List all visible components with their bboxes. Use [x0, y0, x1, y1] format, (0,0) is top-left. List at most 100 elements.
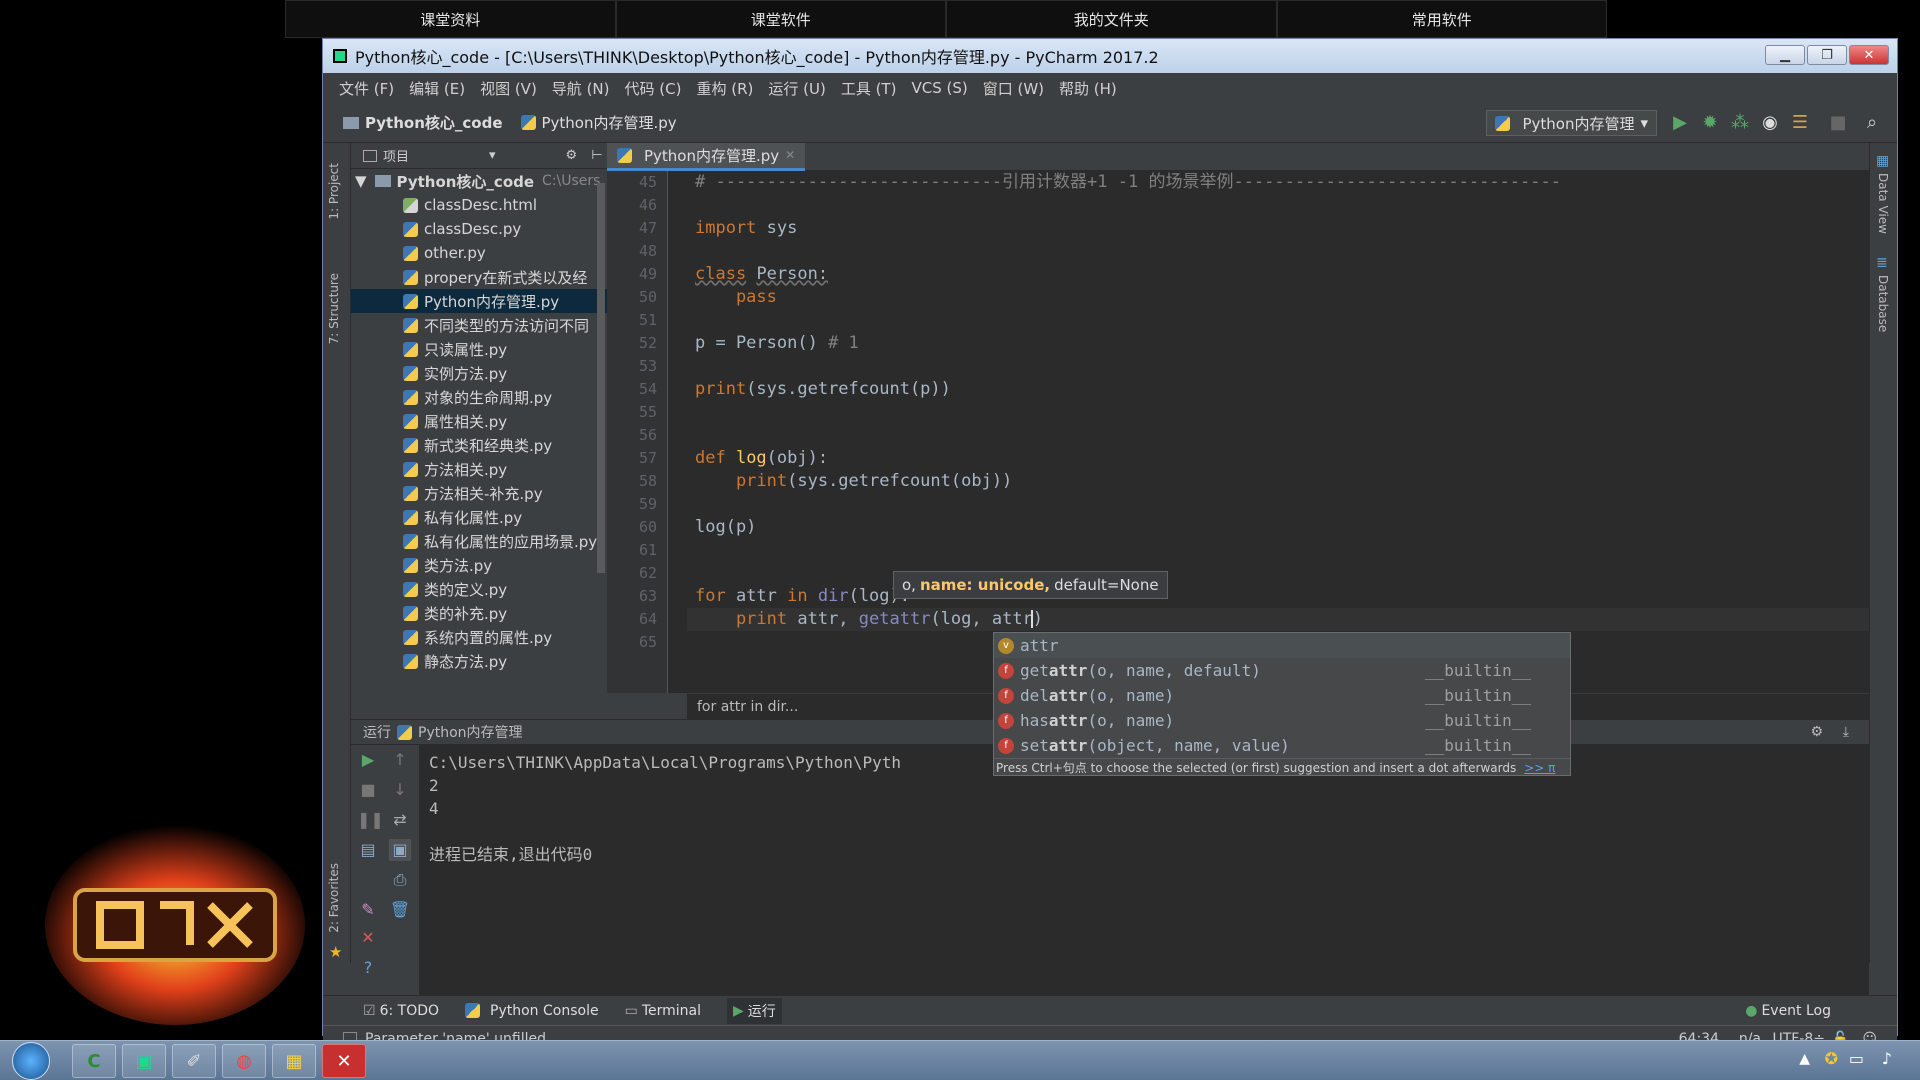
profile-icon[interactable]: ◉ [1759, 112, 1781, 134]
pin-icon[interactable]: ✎ [357, 899, 379, 921]
network-icon[interactable]: ▭ [1849, 1049, 1864, 1068]
event-log-tab[interactable]: ● Event Log [1745, 1003, 1831, 1019]
gear-icon[interactable]: ⚙ [1810, 724, 1823, 740]
help-icon[interactable]: ? [357, 957, 379, 979]
hide-panel-icon[interactable]: ⤓ [1843, 724, 1849, 740]
file-tree-item[interactable]: 类方法.py [351, 553, 607, 577]
maximize-button[interactable]: ❐ [1807, 45, 1847, 65]
minimize-button[interactable]: ▁ [1765, 45, 1805, 65]
menu-tools[interactable]: 工具 (T) [841, 78, 897, 99]
brush-icon[interactable]: ✐ [172, 1044, 216, 1078]
completion-item[interactable]: f hasattr(o, name) __builtin__ [994, 708, 1570, 733]
scrollbar[interactable] [597, 183, 605, 573]
file-tree-item[interactable]: 对象的生命周期.py [351, 385, 607, 409]
stop-icon[interactable]: ■ [1827, 112, 1849, 134]
tray-app-icon[interactable]: ✪ [1825, 1049, 1838, 1068]
file-tree-item[interactable]: Python内存管理.py [351, 289, 607, 313]
file-tree-item[interactable]: 新式类和经典类.py [351, 433, 607, 457]
file-tree-item[interactable]: 类的定义.py [351, 577, 607, 601]
python-console-tab[interactable]: Python Console [465, 1003, 599, 1019]
run-coverage-icon[interactable]: ⁂ [1729, 112, 1751, 134]
run-panel-config[interactable]: Python内存管理 [418, 722, 523, 742]
tab-common-software[interactable]: 常用软件 [1276, 0, 1607, 38]
file-tree-item[interactable]: 不同类型的方法访问不同 [351, 313, 607, 337]
favorites-tool-button[interactable]: 2: Favorites [327, 863, 341, 933]
code-editor[interactable]: # ----------------------------引用计数器+1 -1… [687, 171, 1871, 693]
run-tab[interactable]: ▶ 运行 [726, 997, 782, 1024]
rerun-icon[interactable]: ▶ [357, 749, 379, 771]
project-root[interactable]: ▼ Python核心_code C:\Users [351, 169, 607, 193]
project-tool-button[interactable]: 1: Project [327, 163, 341, 220]
completion-item[interactable]: v attr [994, 633, 1570, 658]
breadcrumb-project[interactable]: Python核心_code [365, 112, 503, 133]
menu-window[interactable]: 窗口 (W) [983, 78, 1044, 99]
file-tree-item[interactable]: 只读属性.py [351, 337, 607, 361]
file-tree-item[interactable]: propery在新式类以及经 [351, 265, 607, 289]
close-tab-icon[interactable]: ✕ [785, 148, 795, 162]
chevron-down-icon[interactable]: ▾ [489, 148, 496, 163]
file-tree-item[interactable]: 静态方法.py [351, 649, 607, 673]
menu-edit[interactable]: 编辑 (E) [409, 78, 465, 99]
editor-tab-active[interactable]: Python内存管理.py ✕ [607, 142, 806, 171]
debug-icon[interactable]: ✹ [1699, 112, 1721, 134]
gear-icon[interactable]: ⚙ [566, 148, 578, 163]
close-button[interactable]: ✕ [1849, 45, 1889, 65]
file-tree-item[interactable]: 方法相关-补充.py [351, 481, 607, 505]
volume-icon[interactable]: ♪ [1882, 1049, 1892, 1068]
scroll-to-end-icon[interactable]: ▣ [389, 839, 411, 861]
data-view-tool-button[interactable]: Data View [1876, 173, 1890, 234]
search-everywhere-icon[interactable]: ⌕ [1861, 112, 1883, 134]
xmind-icon[interactable]: ✕ [322, 1044, 366, 1078]
file-tree-item[interactable]: 方法相关.py [351, 457, 607, 481]
menu-help[interactable]: 帮助 (H) [1059, 78, 1117, 99]
menu-refactor[interactable]: 重构 (R) [696, 78, 753, 99]
trash-icon[interactable]: 🗑 [389, 899, 411, 921]
pycharm-taskbar-icon[interactable]: ▣ [122, 1044, 166, 1078]
down-arrow-icon[interactable]: ↓ [389, 779, 411, 801]
stop-icon[interactable]: ■ [357, 779, 379, 801]
close-icon[interactable]: ✕ [357, 927, 379, 949]
run-icon[interactable]: ▶ [1669, 112, 1691, 134]
file-tree-item[interactable]: 实例方法.py [351, 361, 607, 385]
tab-course-software[interactable]: 课堂软件 [615, 0, 946, 38]
run-configuration-select[interactable]: Python内存管理 ▾ [1486, 110, 1657, 136]
todo-tab[interactable]: ☑ 6: TODO [363, 1003, 439, 1019]
file-tree-item[interactable]: 私有化属性.py [351, 505, 607, 529]
start-button[interactable] [12, 1042, 50, 1080]
completion-item[interactable]: f delattr(o, name) __builtin__ [994, 683, 1570, 708]
up-arrow-icon[interactable]: ↑ [389, 749, 411, 771]
tab-my-folder[interactable]: 我的文件夹 [946, 0, 1277, 38]
print-icon[interactable]: ⎙ [389, 869, 411, 891]
structure-tool-button[interactable]: 7: Structure [327, 273, 341, 344]
breadcrumb-file[interactable]: Python内存管理.py [542, 112, 677, 133]
menu-run[interactable]: 运行 (U) [768, 78, 825, 99]
expand-arrow-icon[interactable]: ▼ [355, 172, 367, 190]
completion-item[interactable]: f getattr(o, name, default) __builtin__ [994, 658, 1570, 683]
notes-icon[interactable]: ▦ [272, 1044, 316, 1078]
project-view-label[interactable]: 项目 [383, 146, 409, 165]
file-tree-item[interactable]: classDesc.html [351, 193, 607, 217]
run-console[interactable]: C:\Users\THINK\AppData\Local\Programs\Py… [419, 745, 1869, 995]
menu-vcs[interactable]: VCS (S) [911, 79, 967, 97]
terminal-tab[interactable]: ▭ Terminal [625, 1003, 701, 1019]
menu-file[interactable]: 文件 (F) [339, 78, 394, 99]
collapse-icon[interactable]: ⊢ [591, 148, 602, 163]
database-tool-button[interactable]: Database [1876, 275, 1890, 332]
file-tree-item[interactable]: 系统内置的属性.py [351, 625, 607, 649]
pause-icon[interactable]: ❚❚ [357, 809, 384, 831]
file-tree-item[interactable]: classDesc.py [351, 217, 607, 241]
completion-item[interactable]: f setattr(object, name, value) __builtin__ [994, 733, 1570, 758]
taskbar-app-icon[interactable]: C [72, 1044, 116, 1078]
tray-arrow-icon[interactable]: ▲ [1799, 1051, 1810, 1067]
menu-view[interactable]: 视图 (V) [480, 78, 537, 99]
file-tree-item[interactable]: 私有化属性的应用场景.py [351, 529, 607, 553]
file-tree-item[interactable]: 属性相关.py [351, 409, 607, 433]
soft-wrap-icon[interactable]: ⇄ [389, 809, 411, 831]
tab-course-materials[interactable]: 课堂资料 [285, 0, 616, 38]
concurrency-icon[interactable]: ☰ [1789, 112, 1811, 134]
completion-footer-link[interactable]: >> π [1524, 761, 1555, 775]
chrome-icon[interactable]: ◍ [222, 1044, 266, 1078]
file-tree-item[interactable]: other.py [351, 241, 607, 265]
file-tree-item[interactable]: 类的补充.py [351, 601, 607, 625]
menu-navigate[interactable]: 导航 (N) [552, 78, 610, 99]
